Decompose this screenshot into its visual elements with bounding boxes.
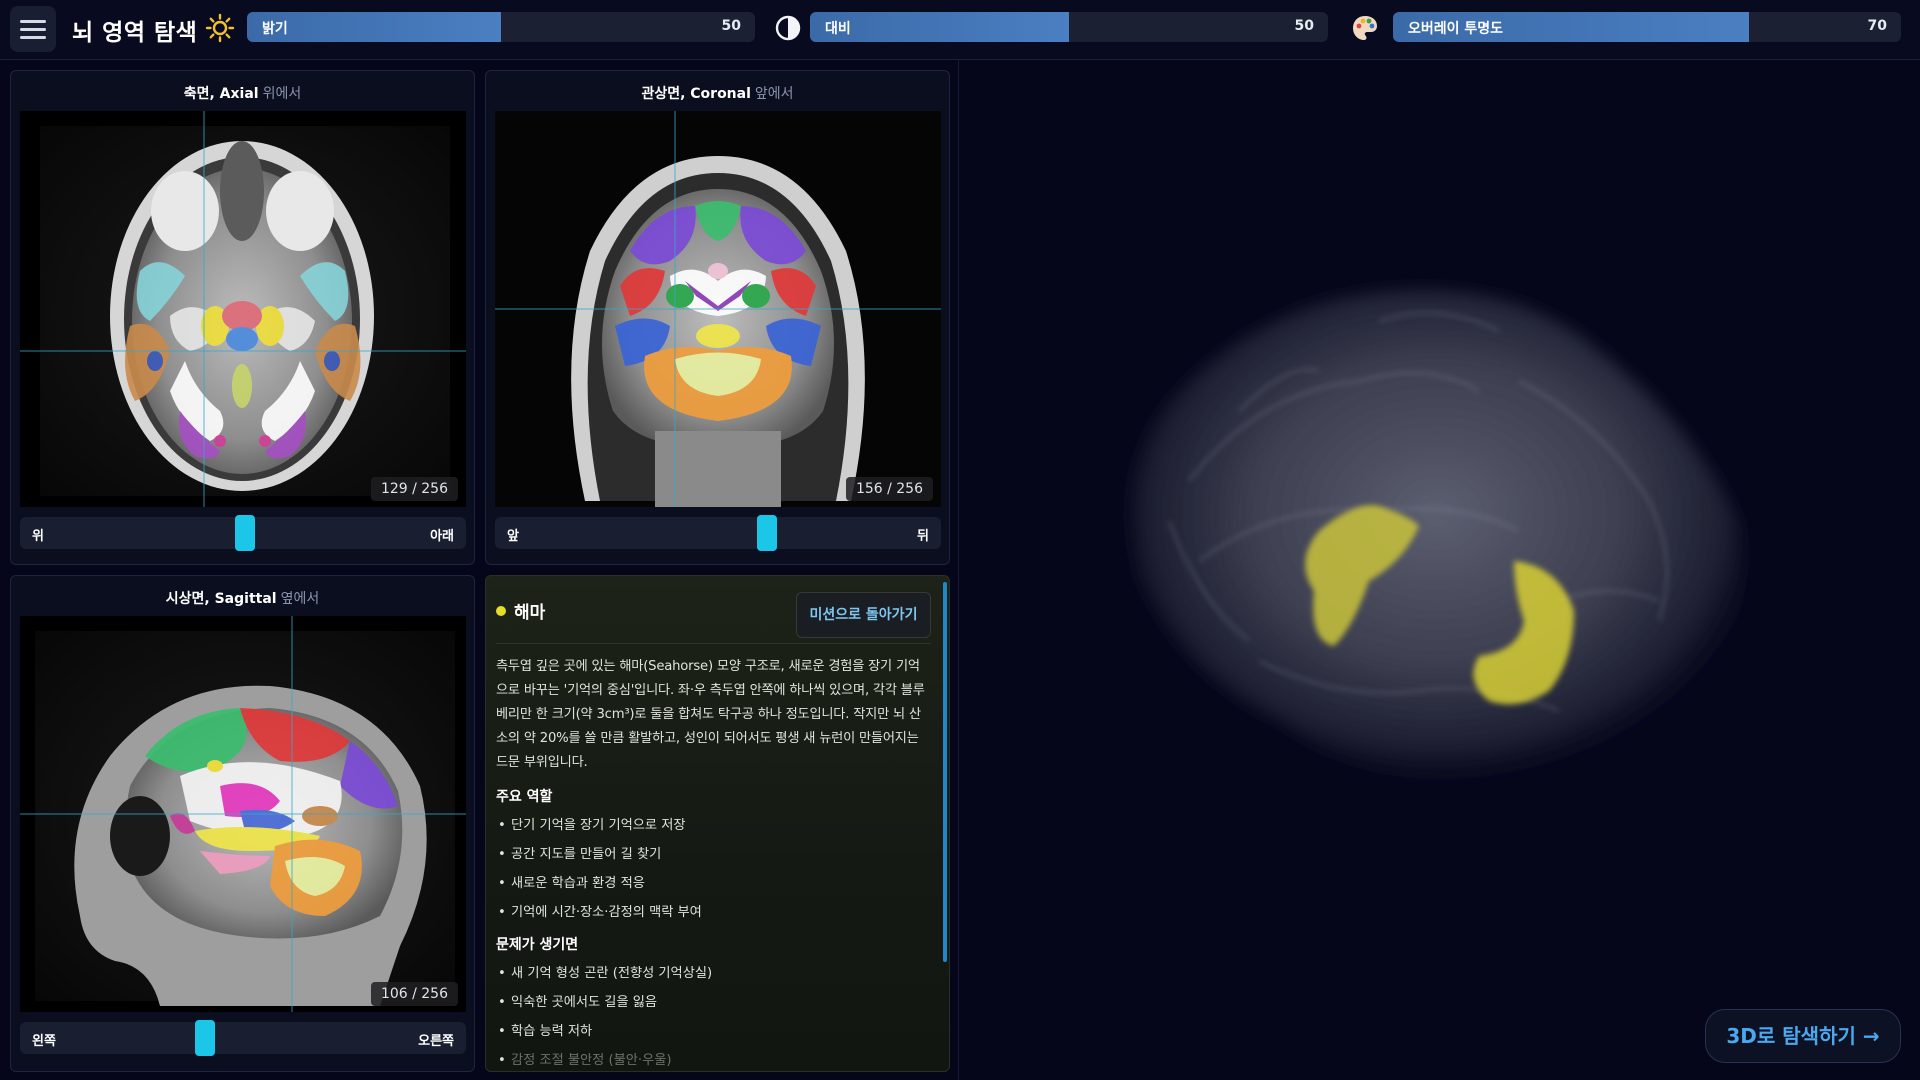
sagittal-panel: 시상면, Sagittal 옆에서 106 / 256 왼쪽 오른쪽	[10, 575, 475, 1072]
contrast-icon	[775, 15, 801, 41]
sagittal-mri-image	[20, 616, 466, 1012]
description-text: 측두엽 깊은 곳에 있는 해마(Seahorse) 모양 구조로, 새로운 경험…	[496, 659, 925, 770]
sagittal-slider-thumb[interactable]	[194, 1020, 215, 1056]
region-description: 측두엽 깊은 곳에 있는 해마(Seahorse) 모양 구조로, 새로운 경험…	[496, 655, 928, 1071]
app-title: 뇌 영역 탐색	[72, 20, 198, 46]
axial-viewer[interactable]: 129 / 256	[20, 111, 466, 507]
contrast-label: 대비	[825, 21, 851, 37]
coronal-slice-counter: 156 / 256	[845, 477, 933, 501]
coronal-viewer[interactable]: 156 / 256	[495, 111, 941, 507]
problems-heading: 문제가 생기면	[496, 937, 579, 953]
axial-slider-thumb[interactable]	[234, 515, 255, 551]
roles-list: 단기 기억을 장기 기억으로 저장 공간 지도를 만들어 길 찾기 새로운 학습…	[496, 811, 928, 927]
list-item: 학습 능력 저하	[496, 1017, 928, 1046]
list-item: 기억에 시간·장소·감정의 맥락 부여	[496, 898, 928, 927]
overlay-opacity-slider[interactable]: 오버레이 투명도 70	[1393, 12, 1901, 42]
top-toolbar: 뇌 영역 탐색 밝기 50 대비 50 오버레이 투명도 70	[0, 0, 1920, 60]
region-color-dot	[496, 605, 506, 616]
sagittal-slice-slider[interactable]: 왼쪽 오른쪽	[20, 1020, 466, 1056]
coronal-slider-thumb[interactable]	[756, 515, 777, 551]
overlay-opacity-label: 오버레이 투명도	[1408, 21, 1504, 37]
contrast-slider[interactable]: 대비 50	[810, 12, 1328, 42]
sagittal-slice-counter: 106 / 256	[370, 982, 458, 1006]
list-item: 익숙한 곳에서도 길을 잃음	[496, 988, 928, 1017]
axial-panel: 축면, Axial 위에서 129 / 256 위 아래	[10, 70, 475, 565]
brightness-label: 밝기	[262, 21, 288, 37]
explore-3d-button[interactable]: 3D로 탐색하기 →	[1705, 1009, 1901, 1063]
list-item: 단기 기억을 장기 기억으로 저장	[496, 811, 928, 840]
coronal-slider-end-label: 뒤	[917, 529, 929, 544]
hamburger-icon	[20, 19, 46, 23]
problems-list: 새 기억 형성 곤란 (전향성 기억상실) 익숙한 곳에서도 길을 잃음 학습 …	[496, 959, 928, 1071]
region-info-panel: 해마 미션으로 돌아가기 측두엽 깊은 곳에 있는 해마(Seahorse) 모…	[485, 575, 950, 1072]
roles-heading: 주요 역할	[496, 789, 553, 805]
coronal-mri-image	[495, 111, 941, 507]
info-scrollbar[interactable]	[943, 582, 947, 962]
list-item: 새 기억 형성 곤란 (전향성 기억상실)	[496, 959, 928, 988]
region-name: 해마	[514, 603, 546, 623]
list-item: 새로운 학습과 환경 적응	[496, 869, 928, 898]
axial-title: 축면, Axial 위에서	[183, 86, 302, 102]
brightness-value: 50	[721, 18, 741, 34]
axial-slice-slider[interactable]: 위 아래	[20, 515, 466, 551]
coronal-title: 관상면, Coronal 앞에서	[641, 86, 794, 102]
coronal-slice-slider[interactable]: 앞 뒤	[495, 515, 941, 551]
region-heading: 해마	[496, 598, 545, 623]
axial-mri-image	[20, 111, 466, 507]
brightness-slider[interactable]: 밝기 50	[247, 12, 755, 42]
brain-3d-view[interactable]	[959, 61, 1920, 1080]
axial-slider-end-label: 아래	[430, 529, 454, 544]
coronal-panel: 관상면, Coronal 앞에서 156 / 256 앞 뒤	[485, 70, 950, 565]
list-item: 공간 지도를 만들어 길 찾기	[496, 840, 928, 869]
palette-icon	[1353, 16, 1377, 40]
back-to-mission-button[interactable]: 미션으로 돌아가기	[796, 592, 931, 638]
contrast-value: 50	[1294, 18, 1314, 34]
sun-icon	[205, 13, 235, 43]
list-item: 감정 조절 불안정 (불안·우울)	[496, 1046, 928, 1071]
sagittal-viewer[interactable]: 106 / 256	[20, 616, 466, 1012]
info-divider	[496, 643, 931, 644]
axial-slider-start-label: 위	[32, 529, 44, 544]
sagittal-title: 시상면, Sagittal 옆에서	[165, 591, 320, 607]
sagittal-slider-end-label: 오른쪽	[418, 1034, 454, 1049]
overlay-opacity-value: 70	[1867, 18, 1887, 34]
coronal-slider-start-label: 앞	[507, 529, 519, 544]
sagittal-slider-start-label: 왼쪽	[32, 1034, 56, 1049]
axial-slice-counter: 129 / 256	[370, 477, 458, 501]
menu-button[interactable]	[10, 6, 56, 52]
